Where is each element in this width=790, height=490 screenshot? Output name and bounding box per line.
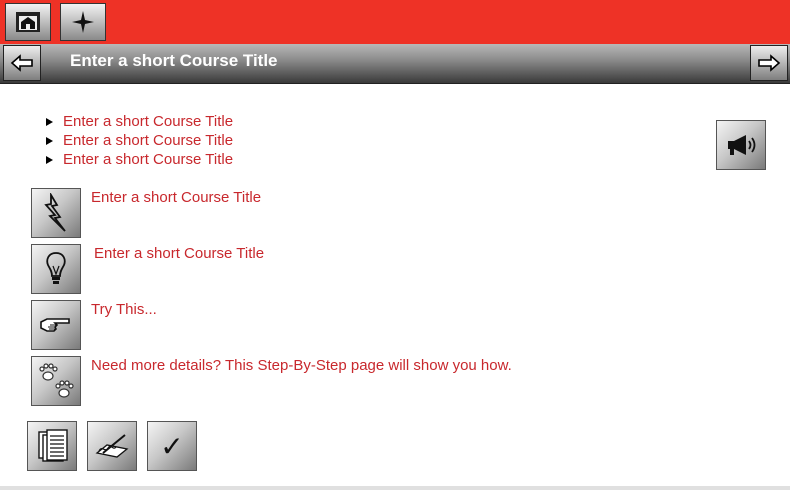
bottom-divider bbox=[0, 486, 790, 490]
paw-prints-icon bbox=[39, 363, 74, 398]
forward-arrow-icon bbox=[758, 54, 781, 72]
lightbulb-icon bbox=[46, 252, 66, 284]
list-item[interactable]: Enter a short Course Title bbox=[44, 112, 233, 131]
row-text-step-by-step: Need more details? This Step-By-Step pag… bbox=[91, 357, 512, 374]
row-text-lightning: Enter a short Course Title bbox=[91, 189, 262, 206]
back-arrow-icon bbox=[10, 54, 33, 72]
compass-button[interactable] bbox=[60, 3, 106, 41]
bullet-list: Enter a short Course Title Enter a short… bbox=[44, 112, 233, 169]
audio-button[interactable] bbox=[716, 120, 766, 170]
title-bar: Enter a short Course Title bbox=[0, 44, 790, 84]
tip-lightning-button[interactable] bbox=[31, 188, 81, 238]
compass-star-icon bbox=[72, 11, 94, 33]
list-item-label: Enter a short Course Title bbox=[63, 132, 234, 149]
bullet-arrow-icon bbox=[46, 136, 53, 145]
next-page-button[interactable] bbox=[750, 45, 788, 81]
pen-write-icon bbox=[95, 434, 129, 458]
pointing-hand-icon bbox=[40, 318, 70, 332]
bullet-arrow-icon bbox=[46, 155, 53, 164]
check-button[interactable]: ✓ bbox=[147, 421, 197, 471]
home-button[interactable] bbox=[5, 3, 51, 41]
top-bar bbox=[0, 0, 790, 44]
prev-page-button[interactable] bbox=[3, 45, 41, 81]
home-icon bbox=[16, 12, 40, 32]
checkmark-icon: ✓ bbox=[160, 430, 184, 462]
list-item[interactable]: Enter a short Course Title bbox=[44, 131, 233, 150]
lightning-icon bbox=[44, 193, 66, 232]
step-by-step-button[interactable] bbox=[31, 356, 81, 406]
notes-button[interactable] bbox=[87, 421, 137, 471]
tip-lightbulb-button[interactable] bbox=[31, 244, 81, 294]
list-item-label: Enter a short Course Title bbox=[63, 113, 234, 130]
bullet-arrow-icon bbox=[46, 117, 53, 126]
list-item[interactable]: Enter a short Course Title bbox=[44, 150, 233, 169]
row-text-lightbulb: Enter a short Course Title bbox=[94, 245, 265, 262]
documents-button[interactable] bbox=[27, 421, 77, 471]
list-item-label: Enter a short Course Title bbox=[63, 151, 234, 168]
page-title: Enter a short Course Title bbox=[70, 51, 278, 70]
try-this-button[interactable] bbox=[31, 300, 81, 350]
megaphone-icon bbox=[728, 135, 756, 155]
row-text-try-this: Try This... bbox=[91, 301, 157, 318]
documents-icon bbox=[38, 429, 68, 462]
